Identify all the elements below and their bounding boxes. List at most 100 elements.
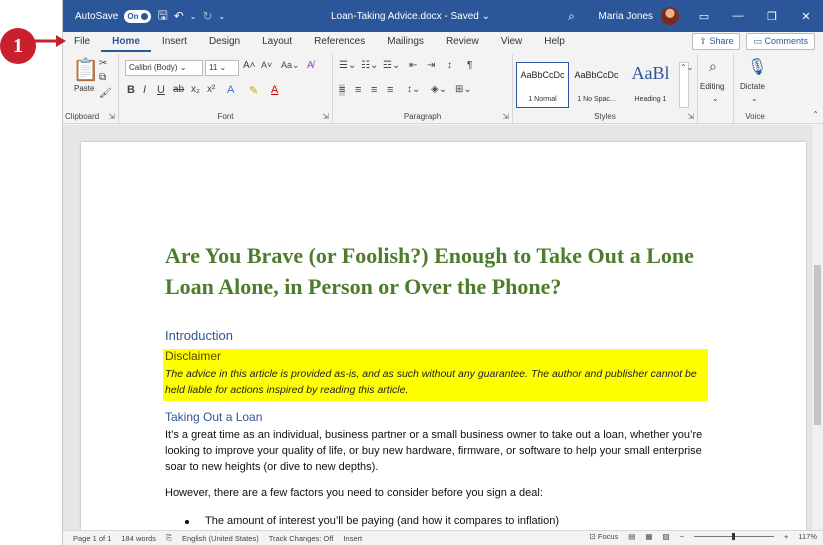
grow-font-icon[interactable]: A˄ [243, 60, 256, 71]
insert-mode[interactable]: Insert [343, 534, 362, 543]
document-heading[interactable]: Are You Brave (or Foolish?) Enough to Ta… [165, 240, 725, 302]
dictate-dropdown-icon[interactable]: ⌄ [751, 94, 758, 103]
web-layout-icon[interactable]: ▧ [662, 532, 669, 541]
highlight-icon[interactable]: ✎ [249, 84, 258, 97]
find-icon[interactable]: ⌕ [709, 58, 717, 75]
editing-group[interactable]: ⌕ Editing ⌄ [698, 54, 734, 124]
sort-icon[interactable]: ↕ [447, 60, 452, 71]
editing-label[interactable]: Editing [700, 82, 724, 91]
autosave-toggle[interactable]: On [124, 9, 152, 23]
paragraph-1[interactable]: It’s a great time as an individual, busi… [165, 427, 720, 475]
clear-formatting-icon[interactable]: A̸ [307, 60, 314, 71]
copy-icon[interactable]: ⧉ [99, 72, 106, 83]
undo-icon[interactable]: ↶ [174, 9, 184, 23]
minimize-icon[interactable]: — [721, 10, 755, 22]
align-right-icon[interactable]: ≡ [371, 84, 377, 96]
heading-taking-out-loan[interactable]: Taking Out a Loan [165, 410, 262, 424]
page-count[interactable]: Page 1 of 1 [73, 534, 111, 543]
tab-review[interactable]: Review [435, 32, 490, 52]
cut-icon[interactable]: ✂ [99, 58, 107, 69]
share-button[interactable]: ⇪ Share [692, 33, 741, 50]
tab-help[interactable]: Help [533, 32, 576, 52]
line-spacing-icon[interactable]: ↕⌄ [407, 84, 420, 95]
undo-dropdown-icon[interactable]: ⌄ [190, 12, 197, 21]
zoom-in-icon[interactable]: + [784, 532, 788, 541]
ribbon-display-icon[interactable]: ▭ [687, 10, 721, 23]
collapse-ribbon-icon[interactable]: ⌃ [812, 110, 819, 119]
heading-disclaimer[interactable]: Disclaimer [165, 349, 221, 363]
track-changes[interactable]: Track Changes: Off [269, 534, 334, 543]
style-no-spacing[interactable]: AaBbCcDc 1 No Spac... [570, 62, 623, 108]
tab-home[interactable]: Home [101, 32, 151, 52]
align-center-icon[interactable]: ≡ [355, 84, 361, 96]
tab-mailings[interactable]: Mailings [376, 32, 435, 52]
paragraph-launcher-icon[interactable]: ⇲ [502, 112, 509, 121]
word-count[interactable]: 184 words [121, 534, 156, 543]
tab-insert[interactable]: Insert [151, 32, 198, 52]
close-icon[interactable]: ✕ [789, 10, 823, 23]
heading-introduction[interactable]: Introduction [165, 328, 233, 343]
avatar[interactable] [661, 7, 679, 25]
document-page[interactable]: Are You Brave (or Foolish?) Enough to Ta… [81, 142, 806, 542]
focus-button[interactable]: ⊡ Focus [589, 532, 618, 541]
scrollbar-thumb[interactable] [814, 265, 821, 425]
font-size-box[interactable]: 11 ⌄ [205, 60, 239, 76]
tab-layout[interactable]: Layout [251, 32, 303, 52]
comments-button[interactable]: ▭ Comments [746, 33, 815, 50]
strikethrough-icon[interactable]: ab [173, 84, 184, 95]
paste-icon[interactable]: 📋 [72, 57, 99, 83]
shrink-font-icon[interactable]: A˅ [261, 60, 272, 70]
zoom-out-icon[interactable]: − [680, 532, 684, 541]
text-effects-icon[interactable]: A [227, 84, 234, 96]
redo-icon[interactable]: ↻ [202, 9, 212, 23]
subscript-icon[interactable]: x₂ [191, 84, 200, 95]
font-launcher-icon[interactable]: ⇲ [322, 112, 329, 121]
font-name-box[interactable]: Calibri (Body) ⌄ [125, 60, 203, 76]
tab-references[interactable]: References [303, 32, 376, 52]
numbering-icon[interactable]: ☷⌄ [361, 60, 378, 71]
bullets-icon[interactable]: ☰⌄ [339, 60, 356, 71]
tab-file[interactable]: File [63, 32, 101, 52]
proofing-icon[interactable]: ⎘ [166, 533, 172, 543]
read-mode-icon[interactable]: ▤ [628, 532, 635, 541]
tab-view[interactable]: View [490, 32, 534, 52]
customize-qat-icon[interactable]: ⌄ [219, 12, 226, 21]
styles-launcher-icon[interactable]: ⇲ [687, 112, 694, 121]
language[interactable]: English (United States) [182, 534, 259, 543]
shading-icon[interactable]: ◈⌄ [431, 84, 447, 95]
italic-icon[interactable]: I [143, 84, 146, 96]
save-icon[interactable]: 🖫 [157, 6, 167, 27]
show-marks-icon[interactable]: ¶ [467, 60, 472, 71]
tab-design[interactable]: Design [198, 32, 251, 52]
paste-label[interactable]: Paste [74, 84, 94, 93]
vertical-scrollbar[interactable] [811, 125, 823, 530]
bold-icon[interactable]: B [127, 84, 135, 96]
editing-dropdown-icon[interactable]: ⌄ [712, 94, 719, 103]
format-painter-icon[interactable]: 🖌 [99, 88, 112, 99]
decrease-indent-icon[interactable]: ⇤ [409, 60, 417, 71]
search-icon[interactable]: ⌕ [557, 9, 587, 24]
paragraph-2[interactable]: However, there are a few factors you nee… [165, 487, 543, 499]
increase-indent-icon[interactable]: ⇥ [427, 60, 435, 71]
superscript-icon[interactable]: x² [207, 84, 215, 95]
justify-icon[interactable]: ≡ [387, 84, 393, 96]
microphone-icon[interactable]: 🎙 [747, 57, 767, 77]
style-heading-1[interactable]: AaBl Heading 1 [624, 62, 677, 108]
clipboard-launcher-icon[interactable]: ⇲ [108, 112, 115, 121]
dictate-button[interactable]: Dictate [740, 82, 765, 91]
disclaimer-text[interactable]: The advice in this article is provided a… [165, 366, 710, 398]
styles-more-icon[interactable]: ⌃⌄ [679, 62, 693, 108]
borders-icon[interactable]: ⊞⌄ [455, 84, 472, 95]
underline-icon[interactable]: U [157, 84, 165, 96]
style-normal[interactable]: AaBbCcDc 1 Normal [516, 62, 569, 108]
print-layout-icon[interactable]: ▦ [645, 532, 652, 541]
multilevel-list-icon[interactable]: ☲⌄ [383, 60, 400, 71]
change-case-icon[interactable]: Aa⌄ [281, 60, 300, 71]
document-title[interactable]: Loan-Taking Advice.docx - Saved ⌄ [331, 11, 490, 22]
restore-icon[interactable]: ❐ [755, 10, 789, 23]
user-name[interactable]: Maria Jones [599, 11, 653, 22]
font-color-icon[interactable]: A [271, 84, 278, 96]
zoom-level[interactable]: 117% [798, 532, 817, 541]
zoom-slider[interactable] [693, 533, 774, 540]
align-left-icon[interactable]: ≡ [339, 84, 346, 96]
